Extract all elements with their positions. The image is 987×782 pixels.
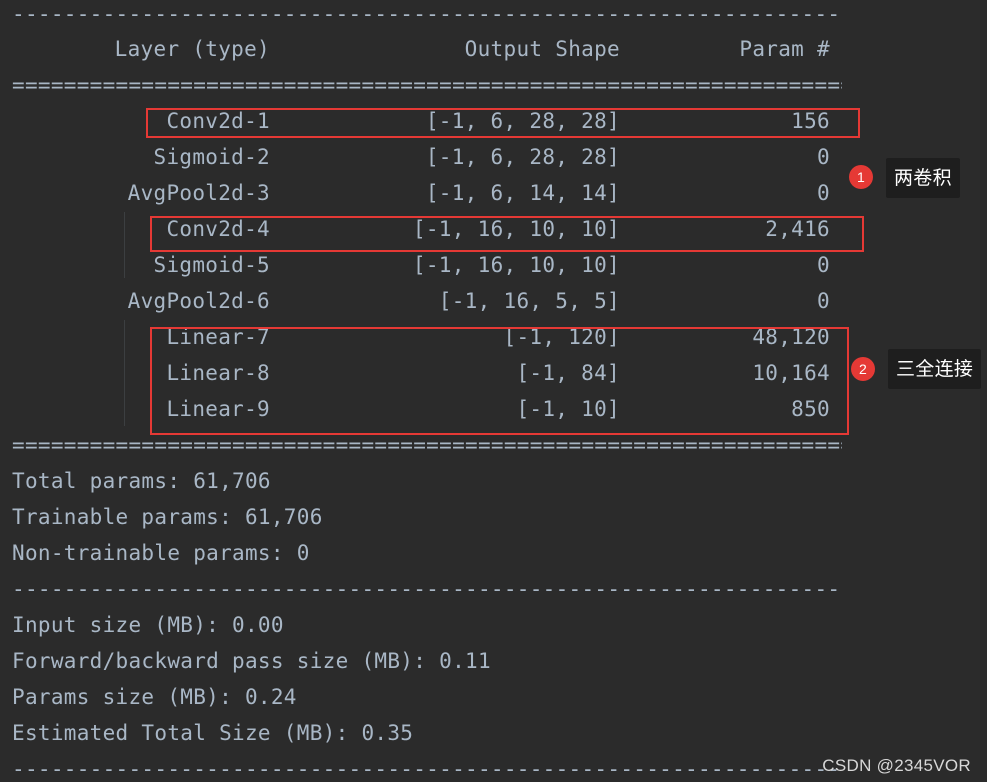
total-params: Total params: 61,706	[12, 469, 271, 493]
row-layer: Sigmoid-2	[153, 145, 270, 169]
highlight-box-conv1	[146, 108, 860, 138]
annotation-badge-2: 2	[851, 357, 875, 381]
separator-totals: ----------------------------------------…	[12, 577, 842, 601]
row-layer: Sigmoid-5	[153, 253, 270, 277]
watermark: CSDN @2345VOR	[822, 756, 971, 775]
annotation-label-1: 两卷积	[886, 158, 960, 198]
highlight-box-conv4	[150, 216, 864, 252]
row-shape: [-1, 6, 14, 14]	[425, 181, 620, 205]
forward-backward-size: Forward/backward pass size (MB): 0.11	[12, 649, 491, 673]
highlight-box-linear	[150, 327, 849, 435]
separator-bottom: ----------------------------------------…	[12, 757, 842, 781]
row-layer: AvgPool2d-6	[127, 289, 270, 313]
gutter-guide	[124, 320, 125, 426]
non-trainable-params: Non-trainable params: 0	[12, 541, 310, 565]
input-size: Input size (MB): 0.00	[12, 613, 284, 637]
header-param-count: Param #	[739, 37, 830, 61]
gutter-guide	[124, 212, 125, 278]
params-size: Params size (MB): 0.24	[12, 685, 297, 709]
row-param: 0	[817, 145, 830, 169]
row-shape: [-1, 16, 5, 5]	[438, 289, 620, 313]
trainable-params: Trainable params: 61,706	[12, 505, 323, 529]
row-param: 0	[817, 289, 830, 313]
model-summary-output: ----------------------------------------…	[0, 0, 987, 782]
annotation-badge-1: 1	[849, 165, 873, 189]
separator-header: ========================================…	[12, 73, 842, 97]
row-param: 0	[817, 253, 830, 277]
annotation-label-2: 三全连接	[888, 349, 982, 389]
separator-top: ----------------------------------------…	[12, 2, 842, 26]
row-param: 0	[817, 181, 830, 205]
row-shape: [-1, 6, 28, 28]	[425, 145, 620, 169]
row-layer: AvgPool2d-3	[127, 181, 270, 205]
header-output-shape: Output Shape	[464, 37, 620, 61]
row-shape: [-1, 16, 10, 10]	[412, 253, 620, 277]
header-layer-type: Layer (type)	[114, 37, 270, 61]
estimated-total-size: Estimated Total Size (MB): 0.35	[12, 721, 414, 745]
